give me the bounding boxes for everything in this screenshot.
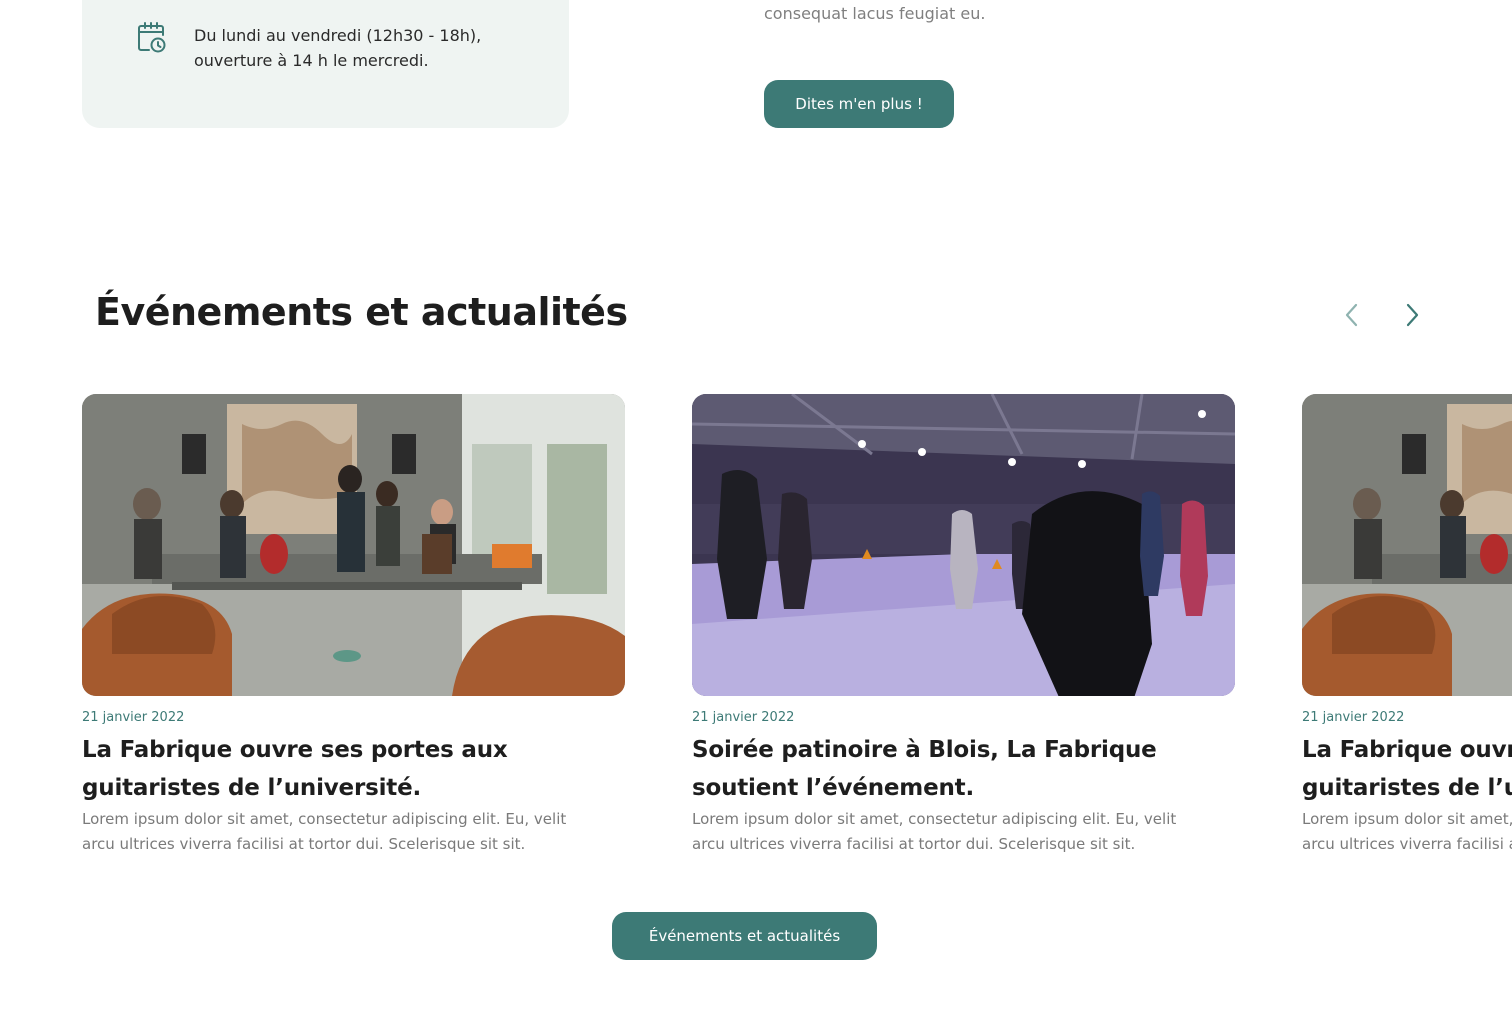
event-title[interactable]: La Fabrique ouvre ses portes aux guitari… [1302,731,1512,807]
event-date: 21 janvier 2022 [82,710,185,725]
chevron-right-icon [1406,303,1419,327]
section-title: Événements et actualités [95,290,628,334]
hours-line-2: ouverture à 14 h le mercredi. [194,51,429,70]
event-title[interactable]: La Fabrique ouvre ses portes aux guitari… [82,731,625,807]
event-description: Lorem ipsum dolor sit amet, consectetur … [1302,807,1512,857]
event-title-line-1: La Fabrique ouvre ses portes aux [1302,737,1512,763]
concert-photo[interactable] [82,394,625,696]
event-title-line-1: La Fabrique ouvre ses portes aux [82,737,508,763]
event-description: Lorem ipsum dolor sit amet, consectetur … [692,807,1232,857]
event-title[interactable]: Soirée patinoire à Blois, La Fabrique so… [692,731,1235,807]
event-description-line-2: arcu ultrices viverra facilisi at tortor… [692,835,1136,853]
event-title-line-2: guitaristes de l’université. [1302,775,1512,801]
opening-hours-text: Du lundi au vendredi (12h30 - 18h), ouve… [194,23,534,73]
opening-hours-card: Du lundi au vendredi (12h30 - 18h), ouve… [82,0,569,128]
event-card[interactable]: 21 janvier 2022 La Fabrique ouvre ses po… [1302,394,1512,857]
calendar-clock-icon [138,22,166,53]
ice-rink-photo[interactable] [692,394,1235,696]
ice-rink-image [692,394,1235,696]
concert-image [82,394,625,696]
event-description-line-1: Lorem ipsum dolor sit amet, consectetur … [82,810,567,828]
event-title-line-2: guitaristes de l’université. [82,775,422,801]
all-events-button[interactable]: Événements et actualités [612,912,877,960]
event-card[interactable]: 21 janvier 2022 La Fabrique ouvre ses po… [82,394,625,857]
hours-line-1: Du lundi au vendredi (12h30 - 18h), [194,26,482,45]
event-date: 21 janvier 2022 [1302,710,1405,725]
event-title-line-2: soutient l’événement. [692,775,974,801]
event-description: Lorem ipsum dolor sit amet, consectetur … [82,807,622,857]
event-title-line-1: Soirée patinoire à Blois, La Fabrique [692,737,1157,763]
event-description-line-2: arcu ultrices viverra facilisi at tortor… [82,835,526,853]
page: Du lundi au vendredi (12h30 - 18h), ouve… [0,0,1512,1024]
tell-me-more-button[interactable]: Dites m'en plus ! [764,80,954,128]
event-description-line-1: Lorem ipsum dolor sit amet, consectetur … [1302,810,1512,828]
carousel-prev-button[interactable] [1337,300,1367,330]
event-description-line-2: arcu ultrices viverra facilisi at tortor… [1302,835,1512,853]
event-description-line-1: Lorem ipsum dolor sit amet, consectetur … [692,810,1177,828]
event-date: 21 janvier 2022 [692,710,795,725]
concert-image [1302,394,1512,696]
intro-text: consequat lacus feugiat eu. [764,4,986,23]
chevron-left-icon [1345,303,1358,327]
event-card[interactable]: 21 janvier 2022 Soirée patinoire à Blois… [692,394,1235,857]
concert-photo[interactable] [1302,394,1512,696]
carousel-next-button[interactable] [1397,300,1427,330]
